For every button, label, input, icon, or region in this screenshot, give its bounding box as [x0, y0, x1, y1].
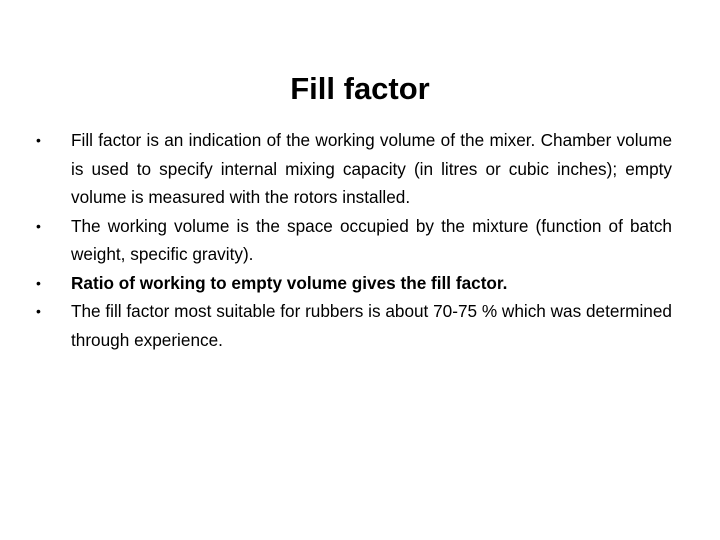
bullet-dot-icon: • [36, 217, 41, 234]
bullet-text: The fill factor most suitable for rubber… [71, 301, 672, 350]
bullet-dot-icon: • [36, 132, 41, 148]
slide-title: Fill factor [290, 70, 430, 106]
bullet-dot-icon: • [36, 274, 41, 291]
bullet-item-emphasis: • Ratio of working to empty volume gives… [36, 269, 672, 298]
bullet-text: Ratio of working to empty volume gives t… [71, 272, 508, 293]
bullet-text: Fill factor is an indication of the work… [71, 130, 672, 207]
bullet-item: • The fill factor most suitable for rubb… [36, 297, 672, 354]
bullet-item: • The working volume is the space occupi… [36, 212, 672, 269]
bullet-item: • Fill factor is an indication of the wo… [36, 126, 672, 212]
bullet-text: The working volume is the space occupied… [71, 215, 672, 265]
bullet-dot-icon: • [36, 303, 41, 319]
bullet-list: • Fill factor is an indication of the wo… [36, 126, 672, 354]
